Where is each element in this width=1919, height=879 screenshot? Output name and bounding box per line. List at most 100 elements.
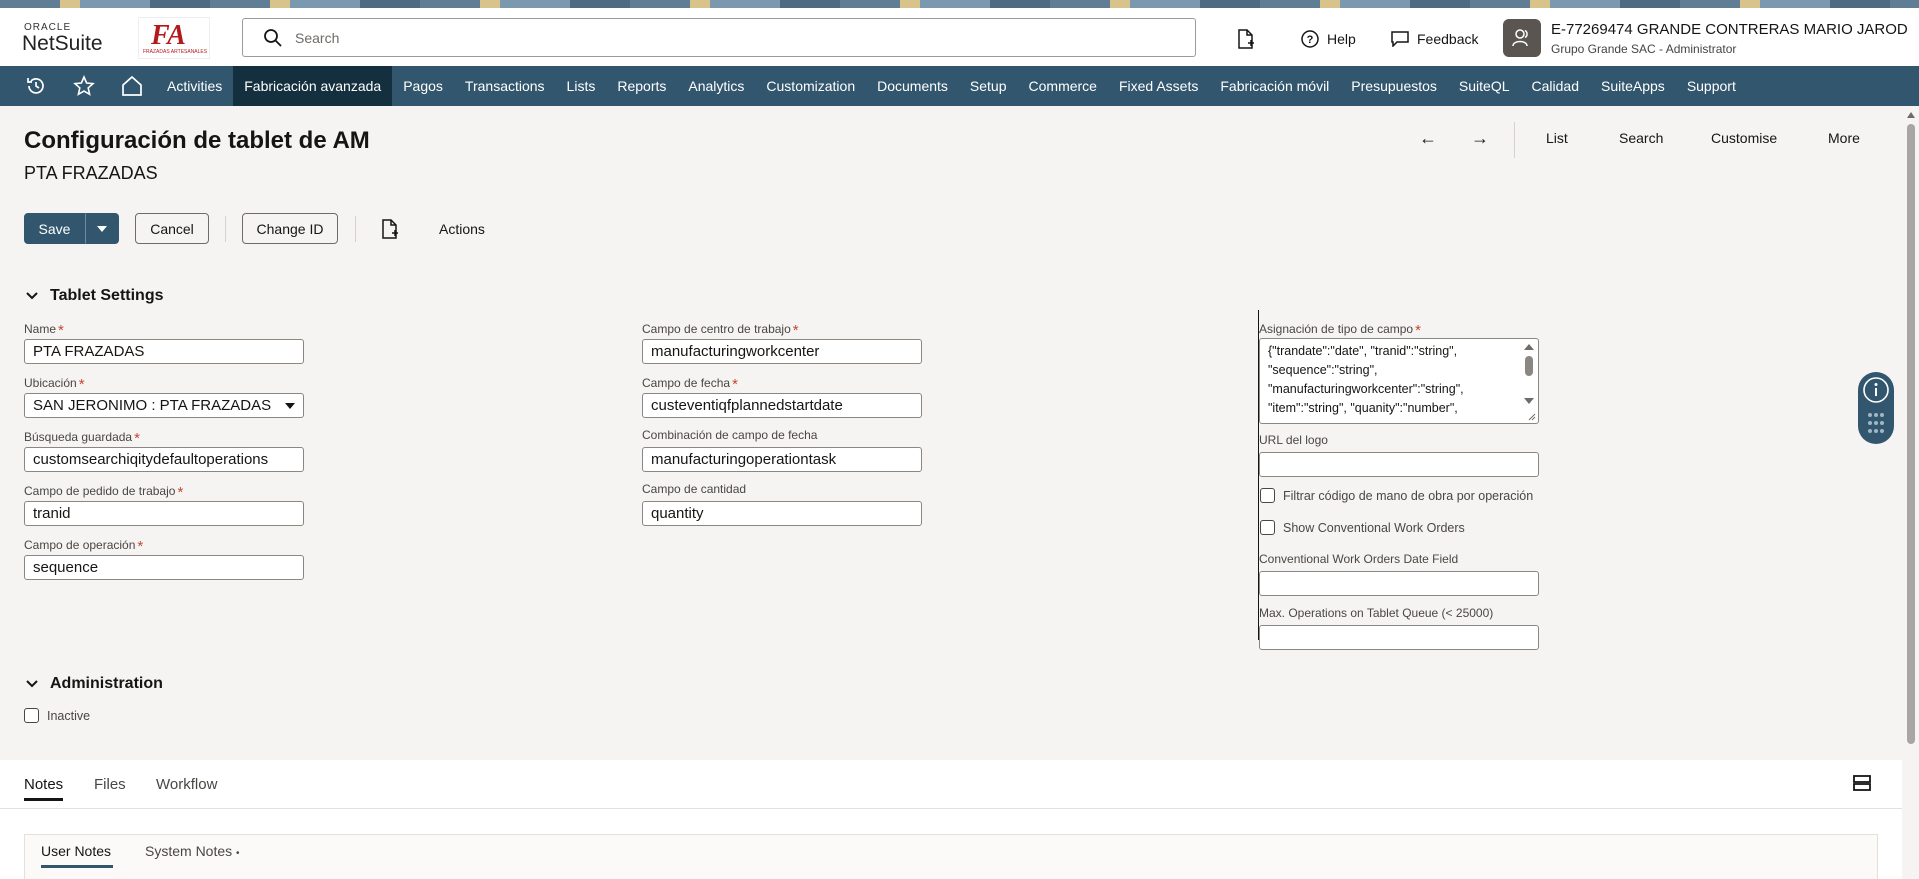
save-options-dropdown[interactable]: [85, 213, 119, 244]
name-field[interactable]: PTA FRAZADAS: [24, 339, 304, 364]
chevron-down-icon: [26, 292, 38, 300]
help-icon: ?: [1301, 30, 1319, 48]
nav-setup[interactable]: Setup: [959, 66, 1018, 106]
search-icon: [264, 29, 282, 47]
nav-reports[interactable]: Reports: [606, 66, 677, 106]
combinacion-field[interactable]: manufacturingoperationtask: [642, 447, 922, 472]
textarea-line: "manufacturingworkcenter":"string",: [1268, 382, 1464, 396]
max-ops-field[interactable]: [1259, 625, 1539, 650]
user-role[interactable]: Grupo Grande SAC - Administrator: [1551, 42, 1736, 56]
nav-fabricacion-avanzada[interactable]: Fabricación avanzada: [233, 66, 393, 106]
nav-customization[interactable]: Customization: [755, 66, 866, 106]
scroll-thumb[interactable]: [1907, 124, 1915, 744]
subtabs-panel: Notes Files Workflow User Notes System N…: [0, 760, 1902, 879]
chevron-down-icon: [26, 680, 38, 688]
nav-suiteapps[interactable]: SuiteApps: [1590, 66, 1676, 106]
textarea-scrollbar[interactable]: [1522, 341, 1536, 409]
asignacion-textarea[interactable]: {"trandate":"date", "tranid":"string", "…: [1259, 338, 1539, 424]
search-link[interactable]: Search: [1619, 130, 1663, 146]
show-conventional-checkbox[interactable]: [1260, 520, 1275, 535]
user-avatar[interactable]: [1503, 19, 1541, 57]
title-actions-divider: [1514, 122, 1515, 158]
company-logo-text: FA: [151, 20, 186, 51]
administration-header[interactable]: Administration: [26, 675, 163, 693]
previous-record-button[interactable]: ←: [1419, 128, 1437, 149]
nav-documents[interactable]: Documents: [866, 66, 959, 106]
nav-suiteql[interactable]: SuiteQL: [1448, 66, 1521, 106]
toolbar-divider: [355, 216, 356, 242]
actions-menu[interactable]: Actions: [439, 221, 485, 237]
fecha-field[interactable]: custeventiqfplannedstartdate: [642, 393, 922, 418]
layout-toggle-icon[interactable]: [1853, 774, 1871, 792]
operacion-field[interactable]: sequence: [24, 555, 304, 580]
nav-activities[interactable]: Activities: [156, 66, 233, 106]
filtrar-label: Filtrar código de mano de obra por opera…: [1283, 489, 1534, 503]
list-link[interactable]: List: [1546, 130, 1568, 146]
customise-link[interactable]: Customise: [1711, 130, 1777, 146]
filtrar-checkbox[interactable]: [1260, 488, 1275, 503]
scroll-up-icon[interactable]: [1907, 112, 1915, 118]
tab-workflow[interactable]: Workflow: [156, 776, 217, 793]
global-search[interactable]: [242, 18, 1196, 57]
nav-commerce[interactable]: Commerce: [1018, 66, 1108, 106]
cantidad-label: Campo de cantidad: [642, 482, 747, 496]
nav-lists[interactable]: Lists: [556, 66, 607, 106]
recent-records-button[interactable]: [12, 66, 60, 106]
textarea-line: {"trandate":"date", "tranid":"string",: [1268, 344, 1458, 358]
ubicacion-selected-value: SAN JERONIMO : PTA FRAZADAS: [33, 397, 272, 414]
feedback-button[interactable]: Feedback: [1391, 26, 1478, 52]
create-new-button[interactable]: [1237, 26, 1255, 52]
nav-calidad[interactable]: Calidad: [1521, 66, 1590, 106]
cancel-button[interactable]: Cancel: [135, 213, 209, 244]
print-button[interactable]: [381, 219, 399, 242]
caret-down-icon: [97, 225, 107, 232]
nav-fixed-assets[interactable]: Fixed Assets: [1108, 66, 1209, 106]
busqueda-guardada-field[interactable]: customsearchiqitydefaultoperations: [24, 447, 304, 472]
user-name[interactable]: E-77269474 GRANDE CONTRERAS MARIO JAROD: [1551, 21, 1908, 38]
cantidad-field[interactable]: quantity: [642, 501, 922, 526]
nav-pagos[interactable]: Pagos: [392, 66, 454, 106]
nav-presupuestos[interactable]: Presupuestos: [1340, 66, 1448, 106]
nav-fabricacion-movil[interactable]: Fabricación móvil: [1209, 66, 1340, 106]
nav-support[interactable]: Support: [1676, 66, 1747, 106]
pedido-field[interactable]: tranid: [24, 501, 304, 526]
tab-files[interactable]: Files: [94, 776, 126, 793]
more-link[interactable]: More: [1828, 130, 1860, 146]
save-button[interactable]: Save: [24, 213, 85, 244]
system-notes-indicator: •: [236, 848, 240, 859]
inactive-checkbox[interactable]: [24, 708, 39, 723]
ubicacion-label: Ubicación *: [24, 376, 85, 393]
resize-handle-icon[interactable]: [1527, 412, 1536, 421]
drag-handle-icon: [1868, 413, 1884, 433]
company-logo-subtext: FRAZADAS ARTESANALES: [143, 49, 208, 55]
nav-transactions[interactable]: Transactions: [454, 66, 556, 106]
page-scrollbar[interactable]: [1903, 108, 1919, 879]
home-button[interactable]: [108, 66, 156, 106]
combinacion-label: Combinación de campo de fecha: [642, 428, 818, 442]
subtab-user-notes[interactable]: User Notes: [41, 843, 111, 859]
record-name: PTA FRAZADAS: [24, 163, 158, 183]
shortcuts-button[interactable]: [60, 66, 108, 106]
centro-field[interactable]: manufacturingworkcenter: [642, 339, 922, 364]
netsuite-logo[interactable]: NetSuite: [22, 32, 103, 56]
logo-url-field[interactable]: [1259, 452, 1539, 477]
nav-analytics[interactable]: Analytics: [677, 66, 755, 106]
change-id-button[interactable]: Change ID: [242, 213, 338, 244]
svg-text:?: ?: [1307, 34, 1314, 46]
tablet-settings-header[interactable]: Tablet Settings: [26, 287, 164, 305]
notes-subpanel: User Notes System Notes •: [24, 834, 1878, 879]
search-input[interactable]: [295, 27, 1175, 49]
tab-notes[interactable]: Notes: [24, 776, 63, 793]
help-button[interactable]: ? Help: [1301, 26, 1356, 52]
help-widget[interactable]: [1858, 372, 1894, 444]
conv-date-field[interactable]: [1259, 571, 1539, 596]
new-document-icon: [1238, 29, 1254, 49]
next-record-button[interactable]: →: [1471, 128, 1489, 149]
ubicacion-select[interactable]: SAN JERONIMO : PTA FRAZADAS: [24, 393, 304, 418]
company-logo[interactable]: FA FRAZADAS ARTESANALES: [138, 17, 210, 59]
subtab-system-notes[interactable]: System Notes •: [145, 843, 240, 859]
active-tab-indicator: [24, 798, 63, 801]
textarea-line: "sequence":"string",: [1268, 363, 1378, 377]
feedback-icon: [1391, 31, 1409, 47]
home-icon: [122, 75, 142, 96]
